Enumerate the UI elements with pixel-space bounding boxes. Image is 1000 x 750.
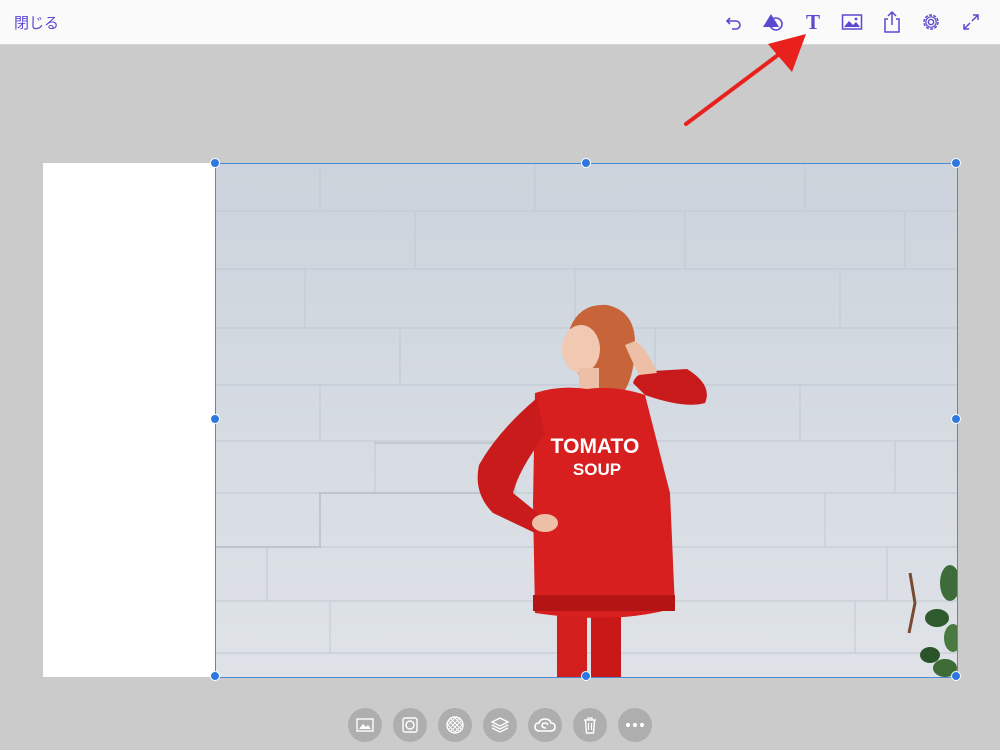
resize-handle-bottom-left[interactable] [210,671,220,681]
image-icon [841,14,863,30]
resize-handle-top-center[interactable] [581,158,591,168]
shapes-button[interactable] [760,9,786,35]
resize-handle-top-left[interactable] [210,158,220,168]
resize-handle-middle-right[interactable] [951,414,961,424]
shirt-text-line2: SOUP [573,460,621,479]
crop-button[interactable] [393,708,427,742]
fullscreen-button[interactable] [958,9,984,35]
share-icon [884,10,900,33]
more-options-button[interactable] [618,708,652,742]
add-image-button[interactable] [839,9,865,35]
undo-button[interactable] [721,9,747,35]
crop-icon [402,717,418,733]
settings-button[interactable] [918,9,944,35]
resize-handle-bottom-right[interactable] [951,671,961,681]
settings-gear-icon [923,14,939,30]
share-button[interactable] [879,9,905,35]
selected-photo[interactable]: TOMATO SOUP [215,163,957,677]
text-tool-icon: T [805,10,820,34]
resize-handle-middle-left[interactable] [210,414,220,424]
photo-image: TOMATO SOUP [215,163,957,677]
resize-handle-bottom-center[interactable] [581,671,591,681]
shapes-icon [763,14,783,31]
undo-icon [725,17,741,30]
more-options-icon [625,722,645,728]
top-toolbar: 閉じる T [0,0,1000,45]
delete-button[interactable] [573,708,607,742]
trash-icon [584,717,596,734]
creative-cloud-button[interactable] [528,708,562,742]
text-tool-button[interactable]: T [800,9,826,35]
fullscreen-icon [963,14,979,30]
transparency-icon [446,716,464,734]
transparency-button[interactable] [438,708,472,742]
replace-image-button[interactable] [348,708,382,742]
blank-page-area [43,163,215,677]
creative-cloud-icon [534,718,556,732]
resize-handle-top-right[interactable] [951,158,961,168]
layers-button[interactable] [483,708,517,742]
close-button[interactable]: 閉じる [14,12,59,33]
layers-icon [490,717,510,733]
shirt-text-line1: TOMATO [551,435,640,458]
replace-image-icon [356,718,374,732]
